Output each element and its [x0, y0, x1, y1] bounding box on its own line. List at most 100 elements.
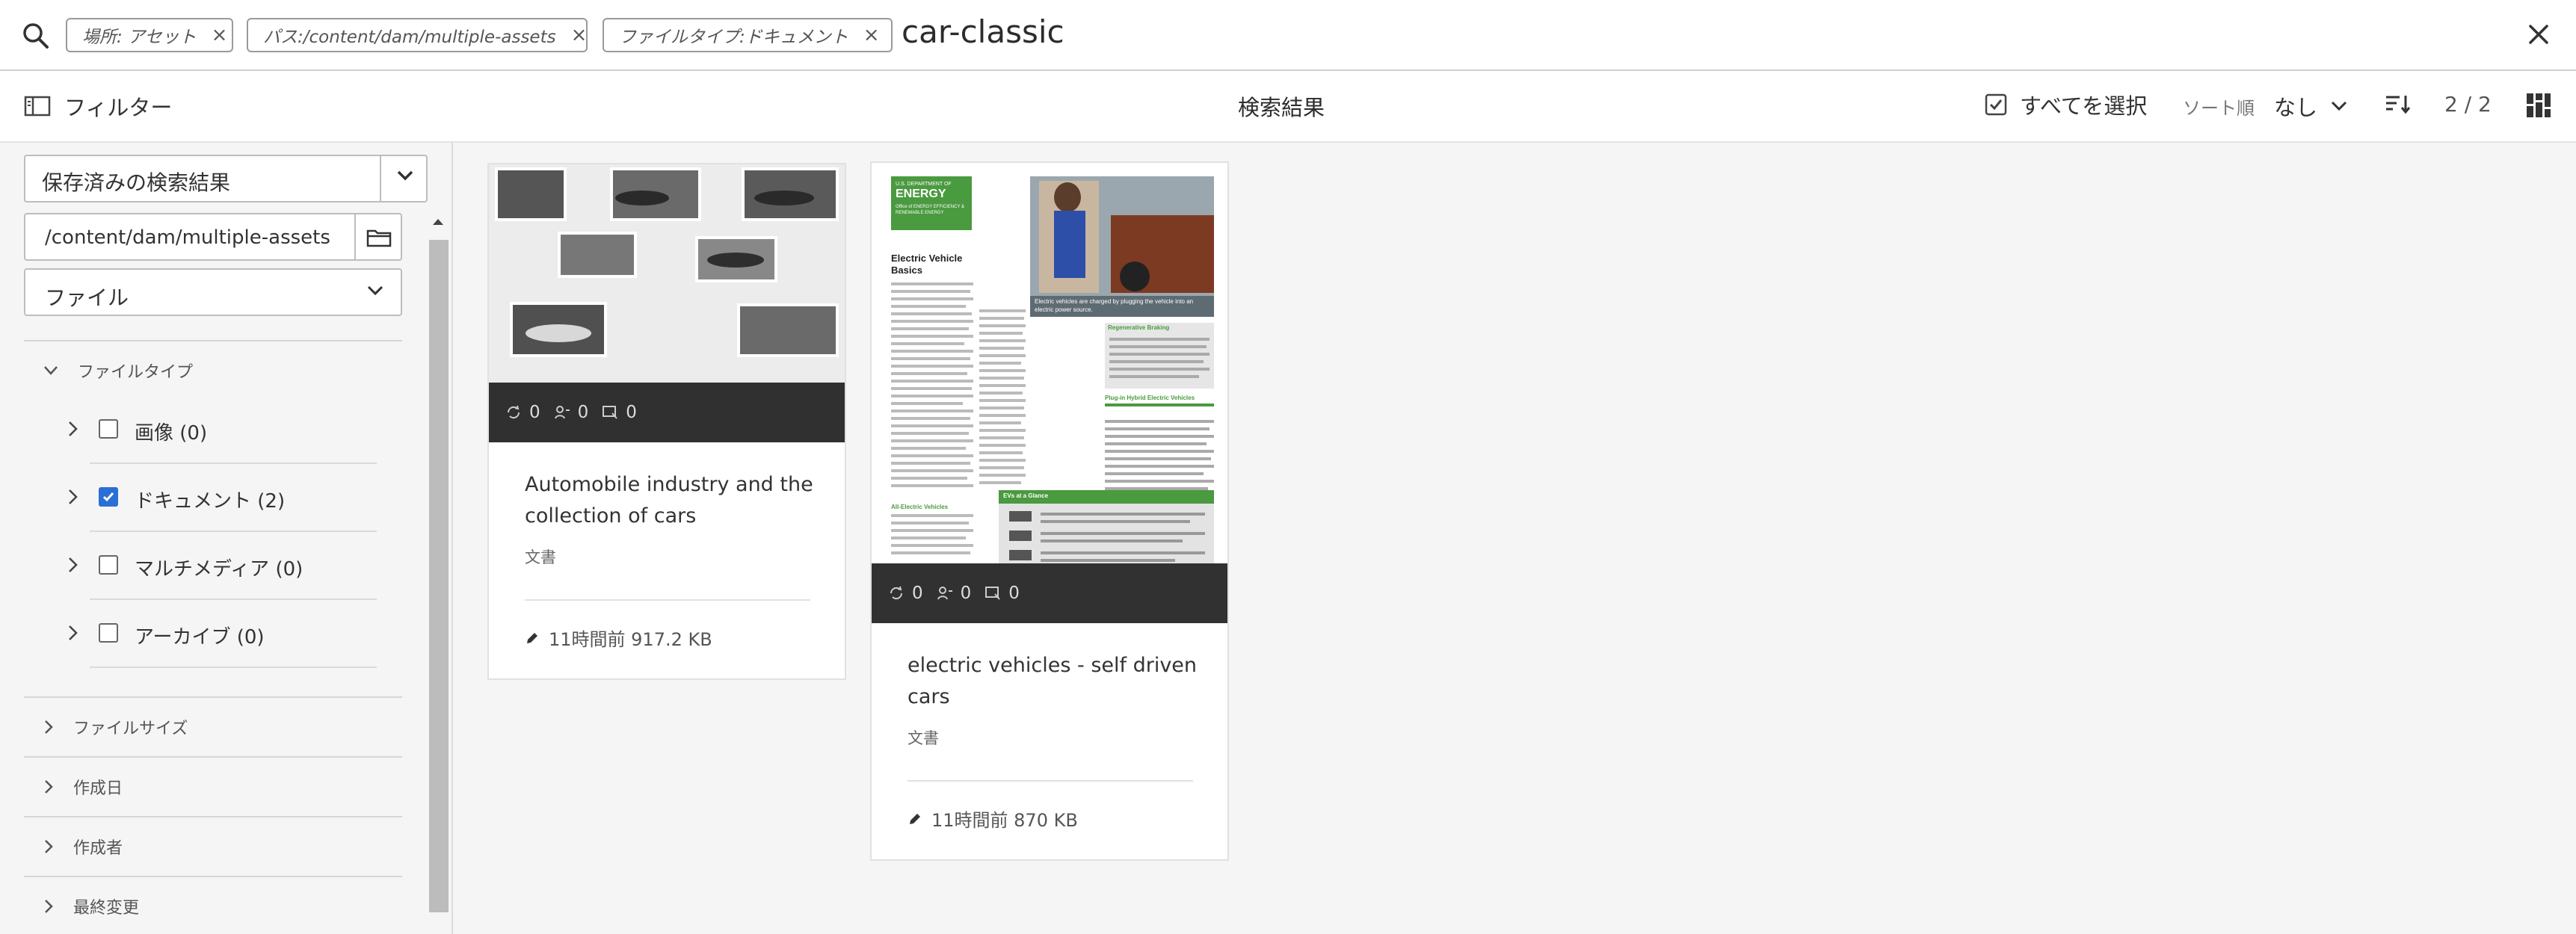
search-icon[interactable] [21, 21, 51, 51]
divider [24, 340, 402, 341]
section-file-type[interactable]: ファイルタイプ [43, 359, 193, 383]
asset-title[interactable]: electric vehicles - self driven cars [908, 650, 1207, 713]
rail-toggle-icon [24, 96, 51, 117]
sync-icon [507, 405, 520, 419]
facet-image[interactable]: 画像 (0) [67, 397, 377, 464]
divider [90, 599, 377, 600]
chevron-right-icon[interactable] [67, 489, 78, 505]
facet-archive[interactable]: アーカイブ (0) [67, 601, 377, 668]
section-file-size[interactable]: ファイルサイズ [43, 715, 188, 739]
comments-count: 0 [626, 403, 637, 422]
facet-multimedia[interactable]: マルチメディア (0) [67, 533, 377, 600]
comments-count: 0 [1008, 584, 1020, 603]
type-select-value: ファイル [45, 285, 129, 310]
scrollbar[interactable] [428, 217, 449, 934]
remove-tag-icon[interactable]: × [863, 24, 880, 46]
section-title: Plug-in Hybrid Electric Vehicles [1105, 395, 1195, 401]
divider [24, 756, 402, 758]
asset-title[interactable]: Automobile industry and the collection o… [525, 469, 824, 532]
filter-label: フィルター [64, 95, 173, 120]
search-tag-label: パス:/content/dam/multiple-assets [263, 28, 556, 47]
pencil-icon [527, 632, 537, 643]
filter-toggle-button[interactable]: フィルター [24, 90, 172, 122]
saved-search-dropdown[interactable]: 保存済みの検索結果 [24, 155, 428, 202]
chevron-down-icon [367, 285, 383, 296]
sync-icon [890, 586, 903, 600]
references-stat: 0 [554, 403, 588, 422]
scrollbar-thumb[interactable] [429, 240, 449, 912]
type-select[interactable]: ファイル [24, 268, 402, 316]
asset-type: 文書 [525, 548, 556, 566]
references-count: 0 [960, 584, 972, 603]
comments-stat: 0 [985, 584, 1020, 603]
references-icon [937, 587, 952, 600]
chevron-right-icon[interactable] [67, 557, 78, 573]
chevron-down-icon [2331, 101, 2347, 111]
saved-search-label: 保存済みの検索結果 [42, 170, 231, 195]
select-all-label: すべてを選択 [2020, 93, 2148, 119]
checkbox[interactable] [99, 419, 118, 439]
facet-document[interactable]: ドキュメント (2) [67, 465, 377, 532]
path-input[interactable]: /content/dam/multiple-assets [24, 213, 356, 261]
asset-card[interactable]: U.S. DEPARTMENT OF ENERGY Office of ENER… [870, 161, 1229, 861]
references-icon [554, 406, 570, 419]
close-icon[interactable] [2524, 19, 2554, 49]
page-title: 検索結果 [1238, 95, 1325, 120]
chevron-right-icon[interactable] [67, 421, 78, 437]
select-all-button[interactable]: すべてを選択 [1984, 89, 2147, 120]
versions-stat: 0 [505, 403, 540, 422]
checkbox[interactable] [99, 555, 118, 575]
checkbox-checked[interactable] [99, 487, 118, 507]
search-bar: 場所: アセット × パス:/content/dam/multiple-asse… [0, 0, 2576, 71]
section-author[interactable]: 作成者 [43, 835, 123, 859]
search-tag-label: ファイルタイプ:ドキュメント [619, 28, 848, 47]
comments-stat: 0 [602, 403, 637, 422]
photo-caption: Electric vehicles are charged by pluggin… [1035, 298, 1194, 313]
divider [90, 667, 377, 668]
remove-tag-icon[interactable]: × [571, 24, 588, 46]
chevron-right-icon [45, 720, 53, 734]
comment-icon [985, 587, 1001, 600]
references-stat: 0 [937, 584, 972, 603]
checkmark-icon [102, 492, 114, 502]
asset-thumbnail[interactable]: U.S. DEPARTMENT OF ENERGY Office of ENER… [872, 163, 1227, 623]
versions-count: 0 [529, 403, 540, 422]
sort-direction-icon[interactable] [2385, 93, 2412, 114]
result-count: 2 / 2 [2444, 92, 2492, 117]
sort-value: なし [2274, 95, 2318, 120]
card-view-icon[interactable] [2525, 92, 2552, 119]
versions-stat: 0 [888, 584, 923, 603]
toolbar: フィルター 検索結果 すべてを選択 ソート順 なし 2 / 2 [0, 71, 2576, 143]
checkbox[interactable] [99, 623, 118, 643]
section-label: ファイルサイズ [73, 720, 188, 738]
sort-label: ソート順 [2183, 98, 2255, 119]
search-input[interactable]: car-classic [902, 13, 1064, 50]
divider [24, 816, 402, 817]
divider [90, 531, 377, 532]
facet-label: アーカイブ (0) [135, 626, 265, 649]
versions-count: 0 [912, 584, 923, 603]
search-tag-path[interactable]: パス:/content/dam/multiple-assets × [247, 18, 588, 52]
select-all-checkbox-icon [1985, 93, 2007, 116]
asset-stats-bar: 0 0 0 [872, 563, 1227, 623]
pencil-icon [910, 813, 920, 824]
remove-tag-icon[interactable]: × [212, 24, 228, 46]
section-last-modified[interactable]: 最終変更 [43, 894, 139, 918]
scroll-up-icon[interactable] [431, 217, 445, 226]
section-created-date[interactable]: 作成日 [43, 775, 123, 799]
chevron-down-icon[interactable] [396, 170, 414, 182]
path-browse-button[interactable] [356, 213, 402, 261]
asset-modified-size: 11時間前 917.2 KB [549, 629, 712, 650]
section-title: Regenerative Braking [1108, 324, 1170, 331]
asset-card[interactable]: 0 0 0 Automobile industry and the collec… [487, 163, 846, 680]
folder-icon [366, 229, 392, 247]
divider [525, 599, 810, 601]
chevron-right-icon[interactable] [67, 625, 78, 641]
asset-type: 文書 [908, 729, 939, 747]
classic-cars-collage-image [489, 164, 845, 383]
divider [24, 876, 402, 877]
sort-dropdown[interactable]: なし [2274, 90, 2347, 122]
search-tag-file-type[interactable]: ファイルタイプ:ドキュメント × [603, 18, 893, 52]
chevron-right-icon [45, 780, 53, 794]
search-tag-location[interactable]: 場所: アセット × [66, 18, 233, 52]
